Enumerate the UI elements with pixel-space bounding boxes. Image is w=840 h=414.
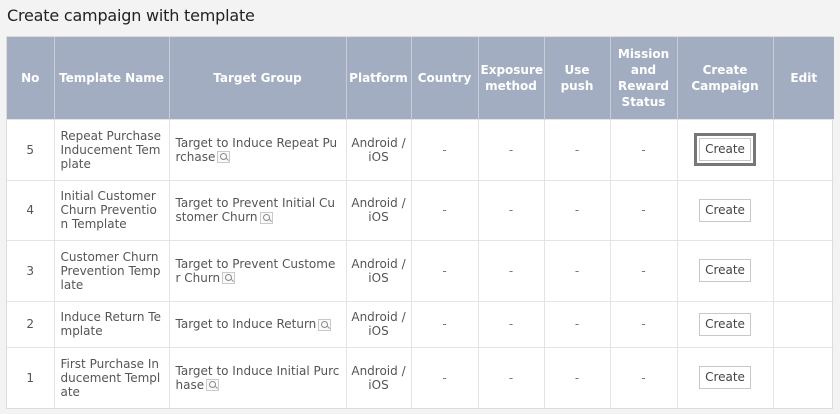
col-header-platform: Platform	[345, 37, 411, 119]
page-title: Create campaign with template	[7, 6, 255, 25]
country: -	[410, 300, 478, 347]
target-group-label: Target to Induce Return	[175, 317, 317, 331]
col-header-target-group: Target Group	[168, 37, 346, 119]
create-button[interactable]: Create	[699, 198, 751, 222]
country: -	[410, 179, 478, 240]
create-button[interactable]: Create	[694, 133, 756, 166]
magnifier-icon[interactable]	[318, 318, 332, 331]
target-group-label: Target to Induce Repeat Purchase	[175, 135, 338, 164]
platform: Android / iOS	[345, 239, 411, 301]
create-cell: Create	[676, 300, 773, 347]
country: -	[410, 346, 478, 408]
exposure-method: -	[477, 239, 544, 301]
template-name: Repeat Purchase Inducement Template	[53, 118, 169, 180]
mission-reward-status: -	[609, 346, 677, 408]
edit-cell	[772, 179, 834, 240]
row-no: 4	[7, 179, 54, 240]
template-name: Customer Churn Prevention Template	[53, 239, 169, 301]
table-row: 4 Initial Customer Churn Prevention Temp…	[7, 179, 834, 240]
mission-reward-status: -	[609, 300, 677, 347]
exposure-method: -	[477, 179, 544, 240]
use-push: -	[543, 239, 610, 301]
edit-cell	[772, 239, 834, 301]
mission-reward-status: -	[609, 179, 677, 240]
target-group-cell: Target to Induce Return	[168, 300, 346, 347]
target-group-label: Target to Prevent Initial Customer Churn	[175, 196, 336, 224]
use-push: -	[543, 118, 610, 180]
table-row: 3 Customer Churn Prevention Template Tar…	[7, 239, 834, 301]
col-header-edit: Edit	[772, 37, 834, 119]
create-cell: Create	[676, 118, 773, 180]
col-header-template-name: Template Name	[53, 37, 169, 119]
table-row: 2 Induce Return Template Target to Induc…	[7, 300, 834, 347]
magnifier-icon[interactable]	[206, 379, 220, 392]
platform: Android / iOS	[345, 346, 411, 408]
row-no: 1	[7, 346, 54, 408]
exposure-method: -	[477, 300, 544, 347]
country: -	[410, 239, 478, 301]
table-header-row: No Template Name Target Group Platform C…	[7, 37, 834, 119]
template-name: Induce Return Template	[53, 300, 169, 347]
platform: Android / iOS	[345, 300, 411, 347]
magnifier-icon[interactable]	[222, 272, 236, 284]
exposure-method: -	[477, 118, 544, 180]
mission-reward-status: -	[609, 239, 677, 301]
table-row: 1 First Purchase Inducement Template Tar…	[7, 346, 834, 408]
exposure-method: -	[477, 346, 544, 408]
country: -	[410, 118, 478, 180]
edit-cell	[772, 118, 834, 180]
target-group-cell: Target to Induce Initial Purchase	[168, 346, 346, 408]
use-push: -	[543, 346, 610, 408]
target-group-label: Target to Induce Initial Purchase	[175, 363, 340, 392]
use-push: -	[543, 179, 610, 240]
target-group-label: Target to Prevent Customer Churn	[175, 256, 336, 285]
edit-cell	[772, 346, 834, 408]
use-push: -	[543, 300, 610, 347]
col-header-exposure-method: Exposure method	[477, 37, 544, 119]
col-header-mission-reward-status: Mission and Reward Status	[609, 37, 677, 119]
table-row: 5 Repeat Purchase Inducement Template Ta…	[7, 118, 834, 180]
create-button[interactable]: Create	[699, 259, 751, 282]
target-group-cell: Target to Prevent Customer Churn	[168, 239, 346, 301]
create-cell: Create	[676, 346, 773, 408]
row-no: 2	[7, 300, 54, 347]
template-table: No Template Name Target Group Platform C…	[6, 36, 834, 409]
create-button[interactable]: Create	[699, 312, 751, 336]
magnifier-icon[interactable]	[217, 151, 231, 163]
platform: Android / iOS	[345, 179, 411, 240]
magnifier-icon[interactable]	[259, 211, 273, 224]
mission-reward-status: -	[609, 118, 677, 180]
target-group-cell: Target to Induce Repeat Purchase	[168, 118, 346, 180]
template-name: Initial Customer Churn Prevention Templa…	[53, 179, 169, 240]
target-group-cell: Target to Prevent Initial Customer Churn	[168, 179, 346, 240]
create-cell: Create	[676, 239, 773, 301]
row-no: 3	[7, 239, 54, 301]
col-header-country: Country	[410, 37, 478, 119]
edit-cell	[772, 300, 834, 347]
template-name: First Purchase Inducement Template	[53, 346, 169, 408]
create-button[interactable]: Create	[699, 366, 751, 390]
col-header-use-push: Use push	[543, 37, 610, 119]
create-cell: Create	[676, 179, 773, 240]
row-no: 5	[7, 118, 54, 180]
col-header-create-campaign: Create Campaign	[676, 37, 773, 119]
col-header-no: No	[7, 37, 54, 119]
platform: Android / iOS	[345, 118, 411, 180]
